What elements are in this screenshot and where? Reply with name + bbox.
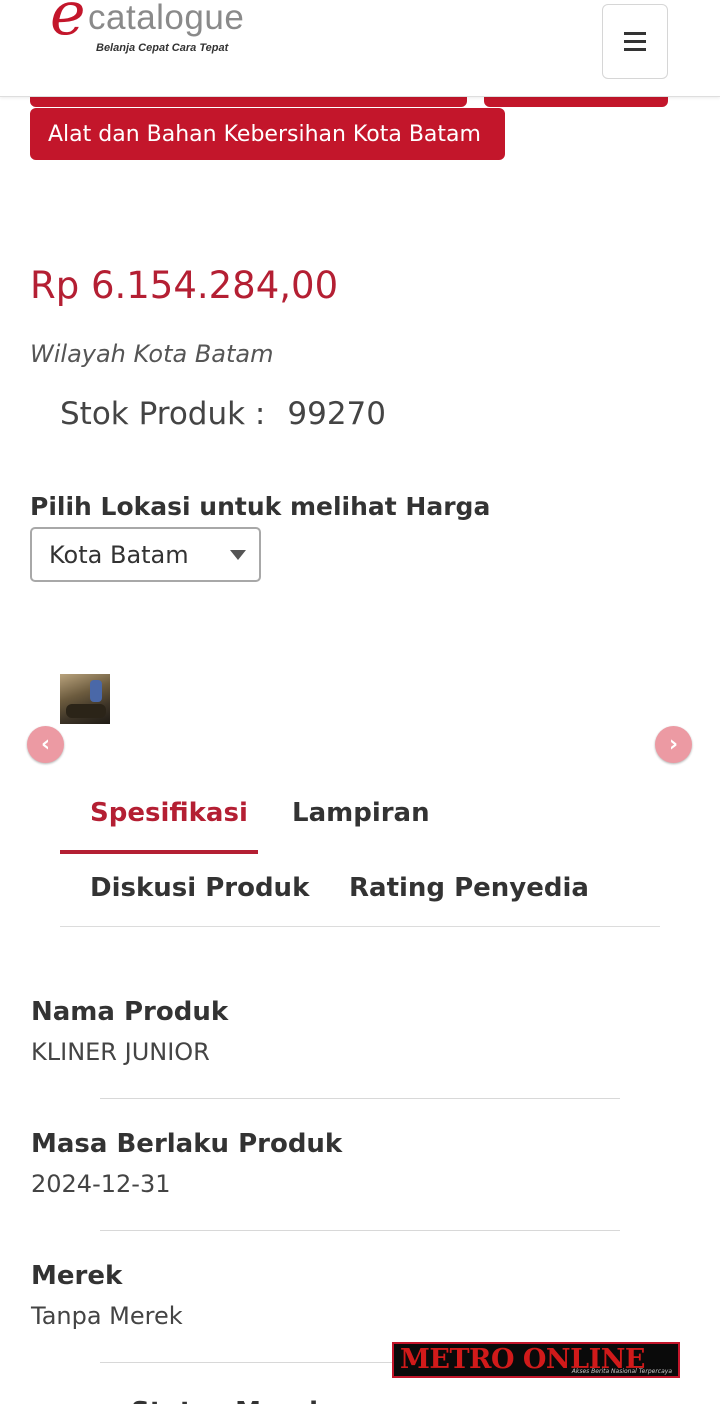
logo-tagline: Belanja Cepat Cara Tepat	[96, 42, 229, 54]
prev-glyph: ‹	[40, 731, 51, 757]
spec-divider	[100, 1230, 620, 1231]
spec-label-status-merek: Status Merek	[131, 1392, 326, 1404]
stock-info: Stok Produk : 99270	[60, 396, 386, 432]
category-chip[interactable]: Alat dan Bahan Kebersihan Kota Batam	[30, 108, 505, 160]
spec-divider	[100, 1098, 620, 1099]
tab-rating-penyedia[interactable]: Rating Penyedia	[349, 873, 589, 903]
product-thumbnail[interactable]	[60, 674, 110, 724]
chevron-right-icon[interactable]: ›	[655, 726, 692, 763]
location-select[interactable]: Kota Batam	[30, 527, 261, 582]
menu-bar	[624, 48, 646, 51]
metroonline-watermark: METRO ONLINE Akses Berita Nasional Terpe…	[392, 1342, 680, 1378]
tab-diskusi-produk[interactable]: Diskusi Produk	[90, 873, 309, 903]
tabs-divider	[60, 926, 660, 927]
price-region: Wilayah Kota Batam	[30, 340, 274, 368]
logo-e-mark: e	[50, 0, 86, 49]
stock-label: Stok Produk :	[60, 396, 266, 432]
spec-label-masa-berlaku: Masa Berlaku Produk	[31, 1129, 343, 1159]
tab-spesifikasi[interactable]: Spesifikasi	[90, 798, 248, 828]
ecatalogue-logo[interactable]: e catalogue Belanja Cepat Cara Tepat	[50, 0, 280, 64]
logo-wordmark: catalogue	[88, 0, 245, 37]
thumbnail-figure	[90, 680, 102, 702]
chevron-down-icon	[230, 550, 246, 560]
spec-value-nama-produk: KLINER JUNIOR	[31, 1038, 210, 1066]
spec-value-masa-berlaku: 2024-12-31	[31, 1170, 171, 1198]
spec-value-merek: Tanpa Merek	[31, 1302, 183, 1330]
menu-bar	[624, 40, 646, 43]
location-label: Pilih Lokasi untuk melihat Harga	[30, 492, 491, 521]
tab-lampiran[interactable]: Lampiran	[292, 798, 430, 828]
spec-label-nama-produk: Nama Produk	[31, 997, 229, 1027]
location-selected-value: Kota Batam	[49, 540, 189, 569]
chevron-left-icon[interactable]: ‹	[27, 726, 64, 763]
stock-value: 99270	[287, 396, 386, 432]
menu-bar	[624, 32, 646, 35]
hamburger-menu-icon[interactable]	[602, 4, 668, 79]
site-header: e catalogue Belanja Cepat Cara Tepat	[0, 0, 720, 97]
active-tab-indicator	[60, 850, 258, 854]
thumbnail-object	[66, 704, 106, 718]
watermark-tagline: Akses Berita Nasional Terpercaya	[571, 1368, 672, 1375]
product-price: Rp 6.154.284,00	[30, 264, 339, 307]
next-glyph: ›	[668, 731, 679, 757]
spec-label-merek: Merek	[31, 1261, 123, 1291]
